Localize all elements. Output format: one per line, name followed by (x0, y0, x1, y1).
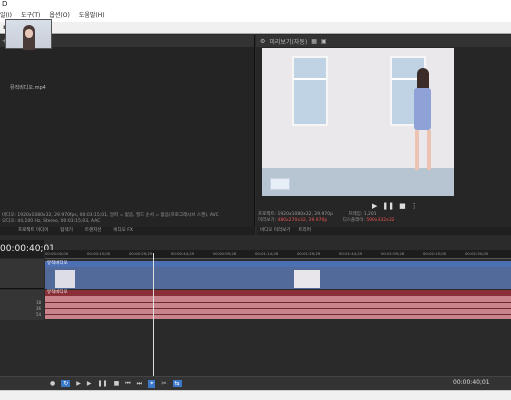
ruler-label: 00:01:44;29 (339, 251, 363, 256)
menu-item-help[interactable]: 도움말(H) (79, 10, 105, 22)
snap-icon[interactable]: ⌖ (148, 379, 156, 388)
audio-level-54: 54 (36, 312, 42, 317)
timeline-timecode: 00:00:40;01 (0, 240, 55, 258)
tab-trimmer[interactable]: 트리머 (298, 227, 310, 235)
timeline-empty-area[interactable] (45, 320, 511, 376)
ruler-label: 00:01:29;29 (297, 251, 321, 256)
play-button[interactable]: ▶ (372, 202, 377, 210)
video-frame (262, 48, 454, 196)
ruler-label: 00:00:15;00 (87, 251, 111, 256)
save-snapshot-icon[interactable]: ▣ (321, 38, 327, 45)
frame-value: 1,201 (363, 212, 377, 217)
stop-button[interactable]: ■ (399, 202, 406, 210)
ruler-label: 00:00:59;28 (213, 251, 237, 256)
playhead-cursor[interactable] (153, 253, 154, 376)
more-icon[interactable]: ⋮ (411, 202, 418, 210)
prev-frame-icon[interactable]: ⏮ (125, 380, 130, 388)
main-toolbar: ▪ ↶ ↷ ✂ ⧉ (0, 22, 511, 34)
person-legs (412, 130, 434, 170)
bottom-timecode: 00:00:40;01 (453, 379, 490, 386)
ruler-label: 00:00:00;00 (45, 251, 69, 256)
stop-icon[interactable]: ■ (114, 380, 120, 387)
split-icon[interactable]: ✂ (161, 380, 166, 387)
project-label: 프로젝트: (258, 212, 277, 217)
tab-transitions[interactable]: 트랜지션 (85, 227, 102, 235)
project-media-panel: + ▶ ■ ▦ ⊕ (0, 35, 255, 227)
loop-icon[interactable]: ↻ (61, 380, 71, 387)
timeline-ruler[interactable]: 00:00:00;00 00:00:15;00 00:00:29;29 00:0… (45, 250, 511, 259)
media-info-audio: 오디오: 44,100 Hz, Stereo, 00:03:15;03, AAC (2, 219, 101, 224)
video-clip-thumbnail (294, 270, 320, 288)
preview-label: 미리보기: (258, 218, 277, 223)
ruler-label: 00:01:59;28 (381, 251, 405, 256)
record-icon[interactable]: ● (50, 380, 55, 387)
preview-mode-dropdown[interactable]: 미리보기(자동) (269, 37, 307, 46)
audio-clip-header[interactable]: 뮤직비디오 (45, 290, 511, 296)
ruler-label: 00:01:14;28 (255, 251, 279, 256)
media-thumbnail-label: 뮤직비디오.mp4 (10, 85, 46, 91)
project-value: 1920x1080x32, 29.970p (277, 212, 333, 217)
video-clip-thumbnail (55, 270, 75, 288)
preview-info: 프로젝트: 1920x1080x32, 29.970p 프레임: 1,201 미… (258, 212, 511, 224)
thumbnail-face (25, 29, 33, 38)
status-bar (0, 390, 511, 400)
video-track-header[interactable] (0, 259, 44, 289)
track-list-empty (0, 320, 44, 376)
preview-value: 480x270x32, 29.970p (277, 218, 328, 223)
pause-button[interactable]: ❚❚ (382, 202, 394, 210)
video-clip-header[interactable]: 뮤직비디오 (45, 261, 511, 267)
preview-toolbar: ⚙ 미리보기(자동) ▦ ▣ (256, 35, 511, 47)
window-left (292, 56, 328, 126)
next-frame-icon[interactable]: ⏭ (137, 380, 142, 388)
ruler-label: 00:00:29;29 (129, 251, 153, 256)
window-title: D (2, 0, 8, 8)
timeline-transport-bar: ● ↻ ▶ ▶ ❚❚ ■ ⏮ ⏭ ⌖ ✂ ⇆ (0, 376, 511, 390)
floor (262, 168, 454, 196)
settings-icon[interactable]: ⚙ (260, 38, 265, 45)
grid-icon[interactable]: ▦ (311, 38, 317, 45)
tab-explorer[interactable]: 탐색기 (60, 227, 72, 235)
explorer-tabs: 프로젝트 미디어 탐색기 트랜지션 비디오 FX (0, 227, 255, 235)
display-value: 590x332x32 (366, 218, 395, 223)
preview-transport: ▶ ❚❚ ■ ⋮ (372, 202, 418, 210)
play-from-start-icon[interactable]: ▶ (76, 380, 81, 387)
pause-icon[interactable]: ❚❚ (98, 380, 108, 387)
audio-track-header[interactable]: 18 36 54 (0, 290, 44, 320)
tab-video-fx[interactable]: 비디오 FX (113, 227, 133, 235)
ruler-label: 00:00:44;29 (171, 251, 195, 256)
play-icon[interactable]: ▶ (87, 380, 92, 387)
ruler-label: 00:02:30;00 (465, 251, 489, 256)
ruler-label: 00:02:15;00 (423, 251, 447, 256)
display-label: 디스플레이: (342, 218, 365, 223)
menu-item-options[interactable]: 옵션(O) (49, 10, 69, 22)
frame-label: 프레임: (348, 212, 363, 217)
title-bar: D (0, 0, 511, 10)
preview-tabs: 비디오 미리보기 트리머 (258, 227, 511, 235)
media-thumbnail[interactable] (5, 19, 52, 50)
gift-box (270, 178, 290, 190)
tab-video-preview[interactable]: 비디오 미리보기 (260, 227, 290, 235)
menu-bar: 일(I) 도구(T) 옵션(O) 도움말(H) (0, 10, 511, 22)
ripple-icon[interactable]: ⇆ (172, 380, 182, 387)
tab-project-media[interactable]: 프로젝트 미디어 (18, 227, 48, 235)
person-dress (414, 88, 431, 130)
